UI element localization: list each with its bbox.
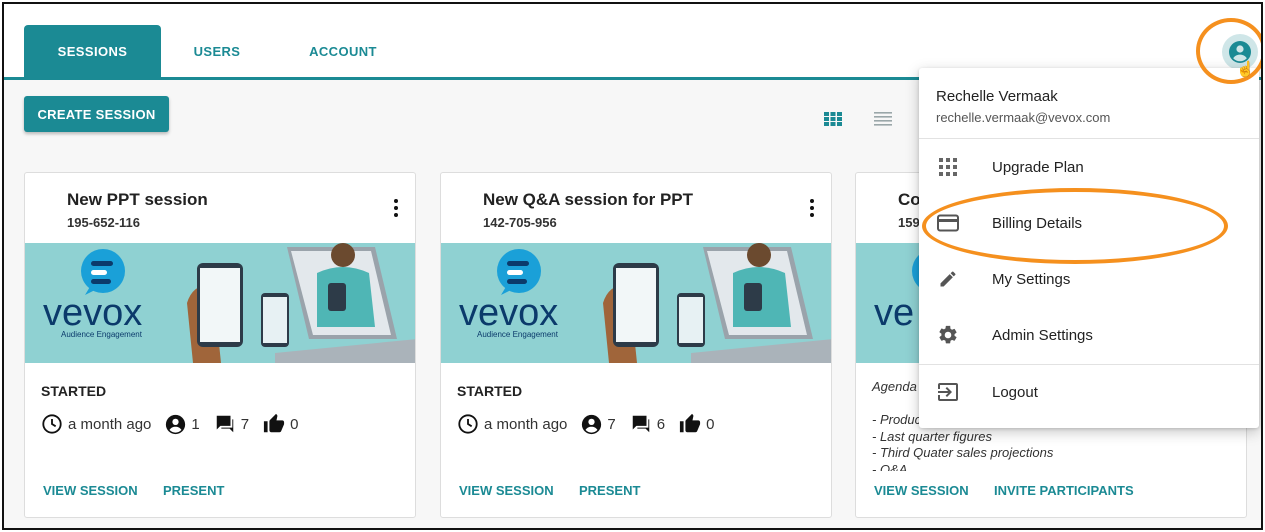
like-count: 0 xyxy=(290,415,299,433)
session-code: 159 xyxy=(898,215,920,230)
session-banner-image: vevox Audience Engagement xyxy=(25,243,415,363)
brand-logo-text: vevox xyxy=(459,292,558,334)
like-count: 0 xyxy=(706,415,715,433)
more-options-icon[interactable] xyxy=(393,199,399,217)
participants-icon xyxy=(582,414,602,434)
tab-sessions[interactable]: SESSIONS xyxy=(24,25,161,77)
menu-item-label: Upgrade Plan xyxy=(992,158,1084,176)
menu-item-logout[interactable]: Logout xyxy=(919,367,1259,417)
thumbs-up-icon xyxy=(680,413,701,433)
session-code: 142-705-956 xyxy=(483,215,557,230)
menu-divider xyxy=(919,138,1259,139)
questions-icon xyxy=(216,415,233,433)
tab-users[interactable]: USERS xyxy=(164,25,270,77)
create-session-button[interactable]: CREATE SESSION xyxy=(24,96,169,132)
menu-item-label: Logout xyxy=(992,383,1038,401)
question-count: 7 xyxy=(240,415,250,433)
apps-grid-icon xyxy=(937,156,959,178)
participant-count: 1 xyxy=(191,415,200,433)
session-title: New Q&A session for PPT xyxy=(483,190,694,209)
billing-highlight-ring xyxy=(922,188,1228,264)
present-link[interactable]: PRESENT xyxy=(163,483,224,498)
question-count: 6 xyxy=(656,415,666,433)
session-stats: a month ago 1 7 0 xyxy=(41,413,312,435)
menu-item-label: My Settings xyxy=(992,270,1071,288)
brand-logo-text: vevox xyxy=(43,292,142,334)
menu-item-label: Admin Settings xyxy=(992,326,1093,344)
user-email: rechelle.vermaak@vevox.com xyxy=(936,110,1111,125)
logout-icon xyxy=(937,381,959,403)
invite-participants-link[interactable]: INVITE PARTICIPANTS xyxy=(994,483,1134,498)
svg-text:Audience Engagement: Audience Engagement xyxy=(477,330,559,339)
svg-text:Audience Engagement: Audience Engagement xyxy=(61,330,143,339)
participant-count: 7 xyxy=(607,415,616,433)
view-session-link[interactable]: VIEW SESSION xyxy=(874,483,969,498)
app-frame: SESSIONS USERS ACCOUNT CREATE SESSION Ne… xyxy=(2,2,1263,530)
user-name: Rechelle Vermaak xyxy=(936,88,1058,105)
session-banner-image: vevox Audience Engagement xyxy=(441,243,831,363)
tab-account[interactable]: ACCOUNT xyxy=(284,25,402,77)
grid-view-icon[interactable] xyxy=(824,111,842,127)
session-status: STARTED xyxy=(457,383,523,399)
session-card[interactable]: New Q&A session for PPT 142-705-956 vevo… xyxy=(440,172,832,518)
clock-icon xyxy=(42,414,62,434)
session-time: a month ago xyxy=(68,415,152,433)
clock-icon xyxy=(458,414,478,434)
session-status: STARTED xyxy=(41,383,107,399)
list-view-icon[interactable] xyxy=(874,111,892,127)
menu-item-upgrade-plan[interactable]: Upgrade Plan xyxy=(919,142,1259,192)
view-session-link[interactable]: VIEW SESSION xyxy=(459,483,554,498)
view-session-link[interactable]: VIEW SESSION xyxy=(43,483,138,498)
session-stats: a month ago 7 6 0 xyxy=(457,413,728,435)
session-code: 195-652-116 xyxy=(67,215,141,230)
brand-logo-text: ve xyxy=(874,292,914,334)
participants-icon xyxy=(166,414,186,434)
more-options-icon[interactable] xyxy=(809,199,815,217)
session-time: a month ago xyxy=(484,415,568,433)
menu-item-admin-settings[interactable]: Admin Settings xyxy=(919,310,1259,360)
session-title: New PPT session xyxy=(67,190,208,209)
pencil-icon xyxy=(937,268,959,290)
menu-divider xyxy=(919,364,1259,365)
present-link[interactable]: PRESENT xyxy=(579,483,640,498)
questions-icon xyxy=(632,415,649,433)
session-card[interactable]: New PPT session 195-652-116 vevox Audien… xyxy=(24,172,416,518)
gear-icon xyxy=(937,324,959,346)
thumbs-up-icon xyxy=(264,413,285,433)
session-title: Co xyxy=(898,190,921,209)
hand-cursor-icon: ☝ xyxy=(1236,61,1255,78)
